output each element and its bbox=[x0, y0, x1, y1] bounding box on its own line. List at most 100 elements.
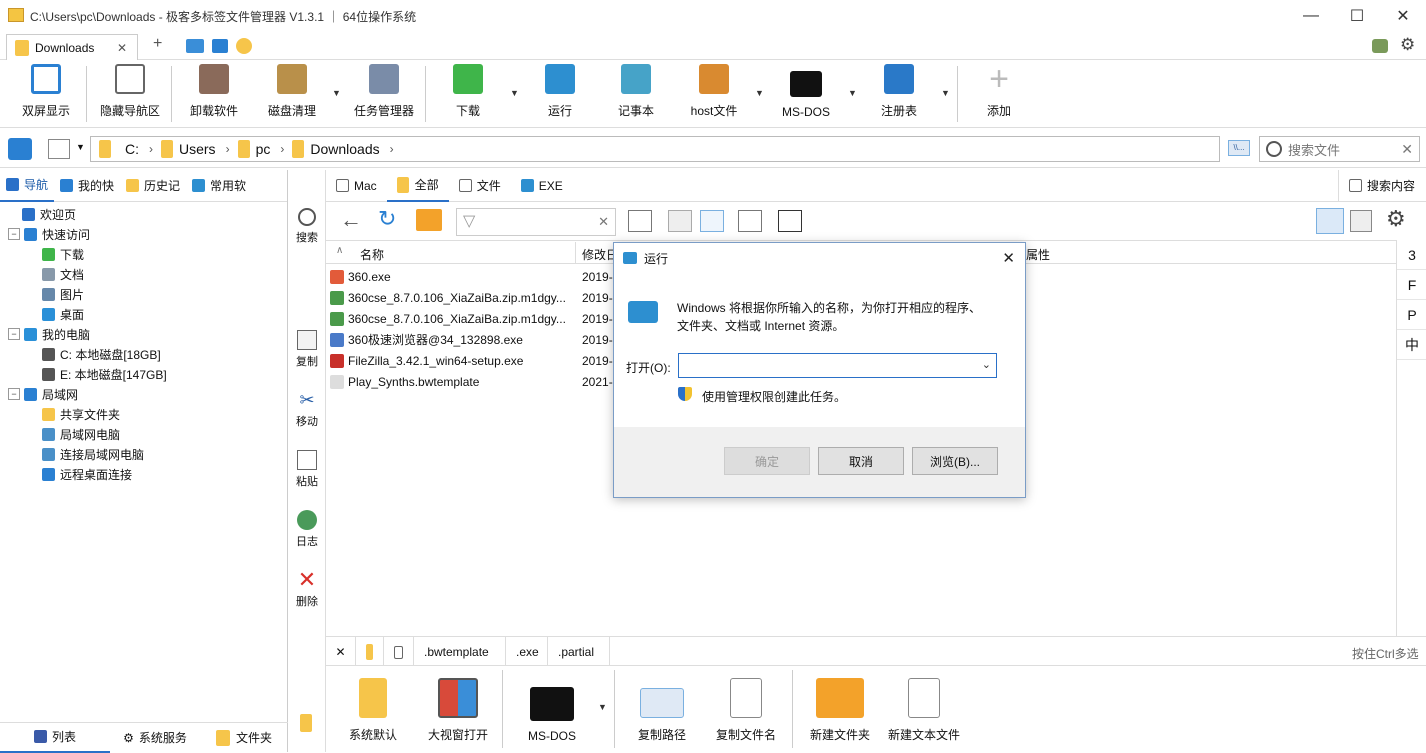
close-filter-button[interactable]: ✕ bbox=[326, 637, 356, 667]
clear-icon[interactable]: ✕ bbox=[598, 214, 609, 230]
refresh-icon[interactable]: ↻ bbox=[378, 206, 396, 232]
gear-icon[interactable]: ⚙ bbox=[1400, 35, 1415, 55]
tab-common-software[interactable]: 常用软 bbox=[186, 170, 252, 202]
filter-file-button[interactable] bbox=[384, 637, 414, 667]
filter-exe[interactable]: .exe bbox=[506, 637, 548, 667]
tab-folders[interactable]: 文件夹 bbox=[200, 729, 288, 746]
column-attr[interactable]: 属性 bbox=[1026, 246, 1050, 263]
tree-item[interactable]: 文档 bbox=[0, 264, 287, 284]
search-input[interactable]: 搜索文件 ✕ bbox=[1259, 136, 1420, 162]
file-row[interactable]: 360cse_8.7.0.106_XiaZaiBa.zip.m1dgy... 20… bbox=[326, 308, 616, 329]
filter-partial[interactable]: .partial bbox=[548, 637, 610, 667]
tab-navigation[interactable]: 导航 bbox=[0, 170, 55, 202]
file-row[interactable]: 360cse_8.7.0.106_XiaZaiBa.zip.m1dgy... 20… bbox=[326, 287, 616, 308]
browse-button[interactable]: 浏览(B)... bbox=[912, 447, 998, 475]
collapse-icon[interactable]: − bbox=[8, 328, 20, 340]
download-button[interactable]: 下载 bbox=[438, 60, 498, 128]
task-manager-button[interactable]: 任务管理器 bbox=[348, 60, 420, 128]
tree-item[interactable]: 图片 bbox=[0, 284, 287, 304]
gear-icon[interactable]: ⚙ bbox=[1386, 206, 1406, 232]
registry-button[interactable]: 注册表 bbox=[868, 60, 930, 128]
tree-item[interactable]: 共享文件夹 bbox=[0, 404, 287, 424]
tree-item[interactable]: E: 本地磁盘[147GB] bbox=[0, 364, 287, 384]
open-combobox[interactable]: ⌄ bbox=[678, 353, 997, 378]
close-button[interactable]: ✕ bbox=[1380, 0, 1426, 32]
copy-action-button[interactable]: 复制 bbox=[288, 330, 326, 369]
tree-item[interactable]: − 快速访问 bbox=[0, 224, 287, 244]
skin-icon[interactable] bbox=[1372, 39, 1388, 53]
delete-action-button[interactable]: ✕ 删除 bbox=[288, 569, 326, 609]
new-text-file-button[interactable]: 新建文本文件 bbox=[884, 672, 964, 752]
big-window-button[interactable]: 大视窗打开 bbox=[422, 672, 494, 752]
crumb[interactable]: Users › bbox=[161, 140, 230, 158]
crumb[interactable]: pc › bbox=[237, 140, 284, 158]
dual-screen-button[interactable]: 双屏显示 bbox=[14, 60, 78, 128]
system-default-button[interactable]: 系统默认 bbox=[340, 672, 406, 752]
log-action-button[interactable]: 日志 bbox=[288, 510, 326, 549]
new-file-icon[interactable] bbox=[48, 139, 70, 159]
open-external-icon[interactable] bbox=[778, 210, 802, 232]
tree-item[interactable]: 连接局域网电脑 bbox=[0, 444, 287, 464]
chevron-down-icon[interactable]: ▼ bbox=[332, 88, 341, 98]
tab-close-icon[interactable]: ✕ bbox=[117, 41, 127, 55]
tree-item[interactable]: 局域网电脑 bbox=[0, 424, 287, 444]
dialog-close-icon[interactable]: ✕ bbox=[1002, 249, 1015, 267]
tab-favorites[interactable]: 我的快 bbox=[54, 170, 120, 202]
filter-input[interactable]: ▽ ✕ bbox=[456, 208, 616, 236]
info-icon[interactable] bbox=[738, 210, 762, 232]
search-action-button[interactable]: 搜索 bbox=[288, 208, 326, 245]
share-icon[interactable] bbox=[186, 39, 204, 53]
minimize-button[interactable]: — bbox=[1288, 0, 1334, 32]
new-folder-icon[interactable] bbox=[416, 209, 442, 231]
folder-icon[interactable] bbox=[300, 714, 312, 732]
tree-item[interactable]: 桌面 bbox=[0, 304, 287, 324]
clock-icon[interactable] bbox=[236, 38, 252, 54]
path-box[interactable]: C: › Users › pc › Downloads › bbox=[90, 136, 1220, 162]
ok-button[interactable]: 确定 bbox=[724, 447, 810, 475]
uninstall-button[interactable]: 卸载软件 bbox=[182, 60, 246, 128]
strip-item[interactable]: 3 bbox=[1397, 240, 1426, 270]
tree-item[interactable]: 欢迎页 bbox=[0, 204, 287, 224]
strip-item[interactable]: 中 bbox=[1397, 330, 1426, 360]
tab-all[interactable]: 全部 bbox=[386, 170, 449, 202]
row-view-icon[interactable] bbox=[668, 210, 692, 232]
chevron-down-icon[interactable]: ▼ bbox=[510, 88, 519, 98]
camera-icon[interactable] bbox=[8, 138, 32, 160]
chevron-down-icon[interactable]: ▼ bbox=[598, 702, 607, 712]
notepad-button[interactable]: 记事本 bbox=[606, 60, 666, 128]
hide-nav-button[interactable]: 隐藏导航区 bbox=[94, 60, 166, 128]
clear-icon[interactable]: ✕ bbox=[1401, 141, 1413, 158]
details-view-icon[interactable] bbox=[1316, 208, 1344, 234]
tab-files[interactable]: 文件 bbox=[449, 170, 511, 202]
filter-bwtemplate[interactable]: .bwtemplate bbox=[414, 637, 506, 667]
file-row[interactable]: FileZilla_3.42.1_win64-setup.exe 2019- bbox=[326, 350, 616, 371]
calendar-icon[interactable] bbox=[628, 210, 652, 232]
filter-folder-button[interactable] bbox=[356, 637, 384, 667]
tab-system-services[interactable]: ⚙ 系统服务 bbox=[110, 729, 200, 746]
bottom-msdos-button[interactable]: MS-DOS bbox=[520, 672, 584, 752]
chevron-down-icon[interactable]: ⌄ bbox=[982, 358, 991, 371]
crumb[interactable]: C: › bbox=[125, 141, 153, 157]
cancel-button[interactable]: 取消 bbox=[818, 447, 904, 475]
collapse-icon[interactable]: − bbox=[8, 228, 20, 240]
add-button[interactable]: + 添加 bbox=[970, 60, 1028, 128]
copy-path-button[interactable]: 复制路径 bbox=[630, 672, 694, 752]
maximize-button[interactable]: ☐ bbox=[1334, 0, 1380, 32]
back-arrow-icon[interactable]: ← bbox=[340, 207, 362, 233]
tab-downloads[interactable]: Downloads ✕ bbox=[6, 34, 138, 60]
column-name[interactable]: 名称 bbox=[360, 246, 384, 263]
tree-item[interactable]: 下载 bbox=[0, 244, 287, 264]
copy-filename-button[interactable]: 复制文件名 bbox=[710, 672, 782, 752]
tab-exe[interactable]: EXE bbox=[511, 170, 573, 202]
strip-item[interactable]: F bbox=[1397, 270, 1426, 300]
strip-item[interactable]: P bbox=[1397, 300, 1426, 330]
collapse-icon[interactable]: − bbox=[8, 388, 20, 400]
new-tab-button[interactable]: + bbox=[153, 35, 162, 53]
msdos-button[interactable]: MS-DOS bbox=[774, 60, 838, 128]
tab-mac[interactable]: Mac bbox=[326, 170, 387, 202]
copy-path-icon[interactable]: \\... bbox=[1228, 140, 1250, 156]
file-row[interactable]: Play_Synths.bwtemplate 2021- bbox=[326, 371, 616, 392]
chevron-down-icon[interactable]: ▼ bbox=[848, 88, 857, 98]
host-file-button[interactable]: host文件 bbox=[682, 60, 746, 128]
tab-list[interactable]: 列表 bbox=[0, 723, 110, 753]
